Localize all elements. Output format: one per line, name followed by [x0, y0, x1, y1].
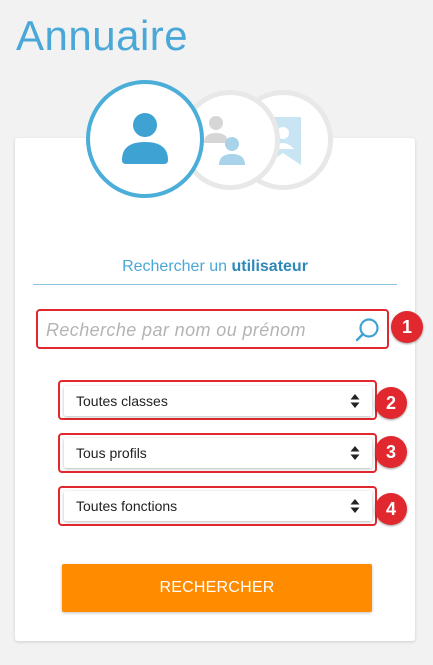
- search-heading-target: utilisateur: [231, 258, 308, 275]
- search-input[interactable]: [44, 316, 348, 344]
- profiles-select[interactable]: Tous profils: [64, 438, 372, 468]
- heading-underline: [33, 284, 397, 285]
- callout-badge-4: 4: [375, 493, 407, 525]
- page-title: Annuaire: [16, 12, 189, 59]
- profiles-select-value: Tous profils: [76, 445, 147, 461]
- search-icon[interactable]: [355, 317, 381, 343]
- callout-badge-3: 3: [375, 436, 407, 468]
- user-mode-tab[interactable]: [86, 80, 204, 198]
- user-icon: [122, 113, 168, 164]
- classes-select[interactable]: Toutes classes: [64, 386, 372, 416]
- functions-select[interactable]: Toutes fonctions: [64, 491, 372, 521]
- sort-arrows-icon: [350, 446, 360, 460]
- search-heading: Rechercher un utilisateur: [33, 258, 397, 276]
- search-button[interactable]: RECHERCHER: [62, 564, 372, 612]
- functions-select-value: Toutes fonctions: [76, 498, 178, 514]
- classes-select-value: Toutes classes: [76, 393, 168, 409]
- callout-badge-1: 1: [391, 311, 423, 343]
- sort-arrows-icon: [350, 499, 360, 513]
- callout-badge-2: 2: [375, 387, 407, 419]
- search-heading-prefix: Rechercher un: [122, 258, 228, 275]
- group-users-icon: [204, 116, 245, 165]
- sort-arrows-icon: [350, 394, 360, 408]
